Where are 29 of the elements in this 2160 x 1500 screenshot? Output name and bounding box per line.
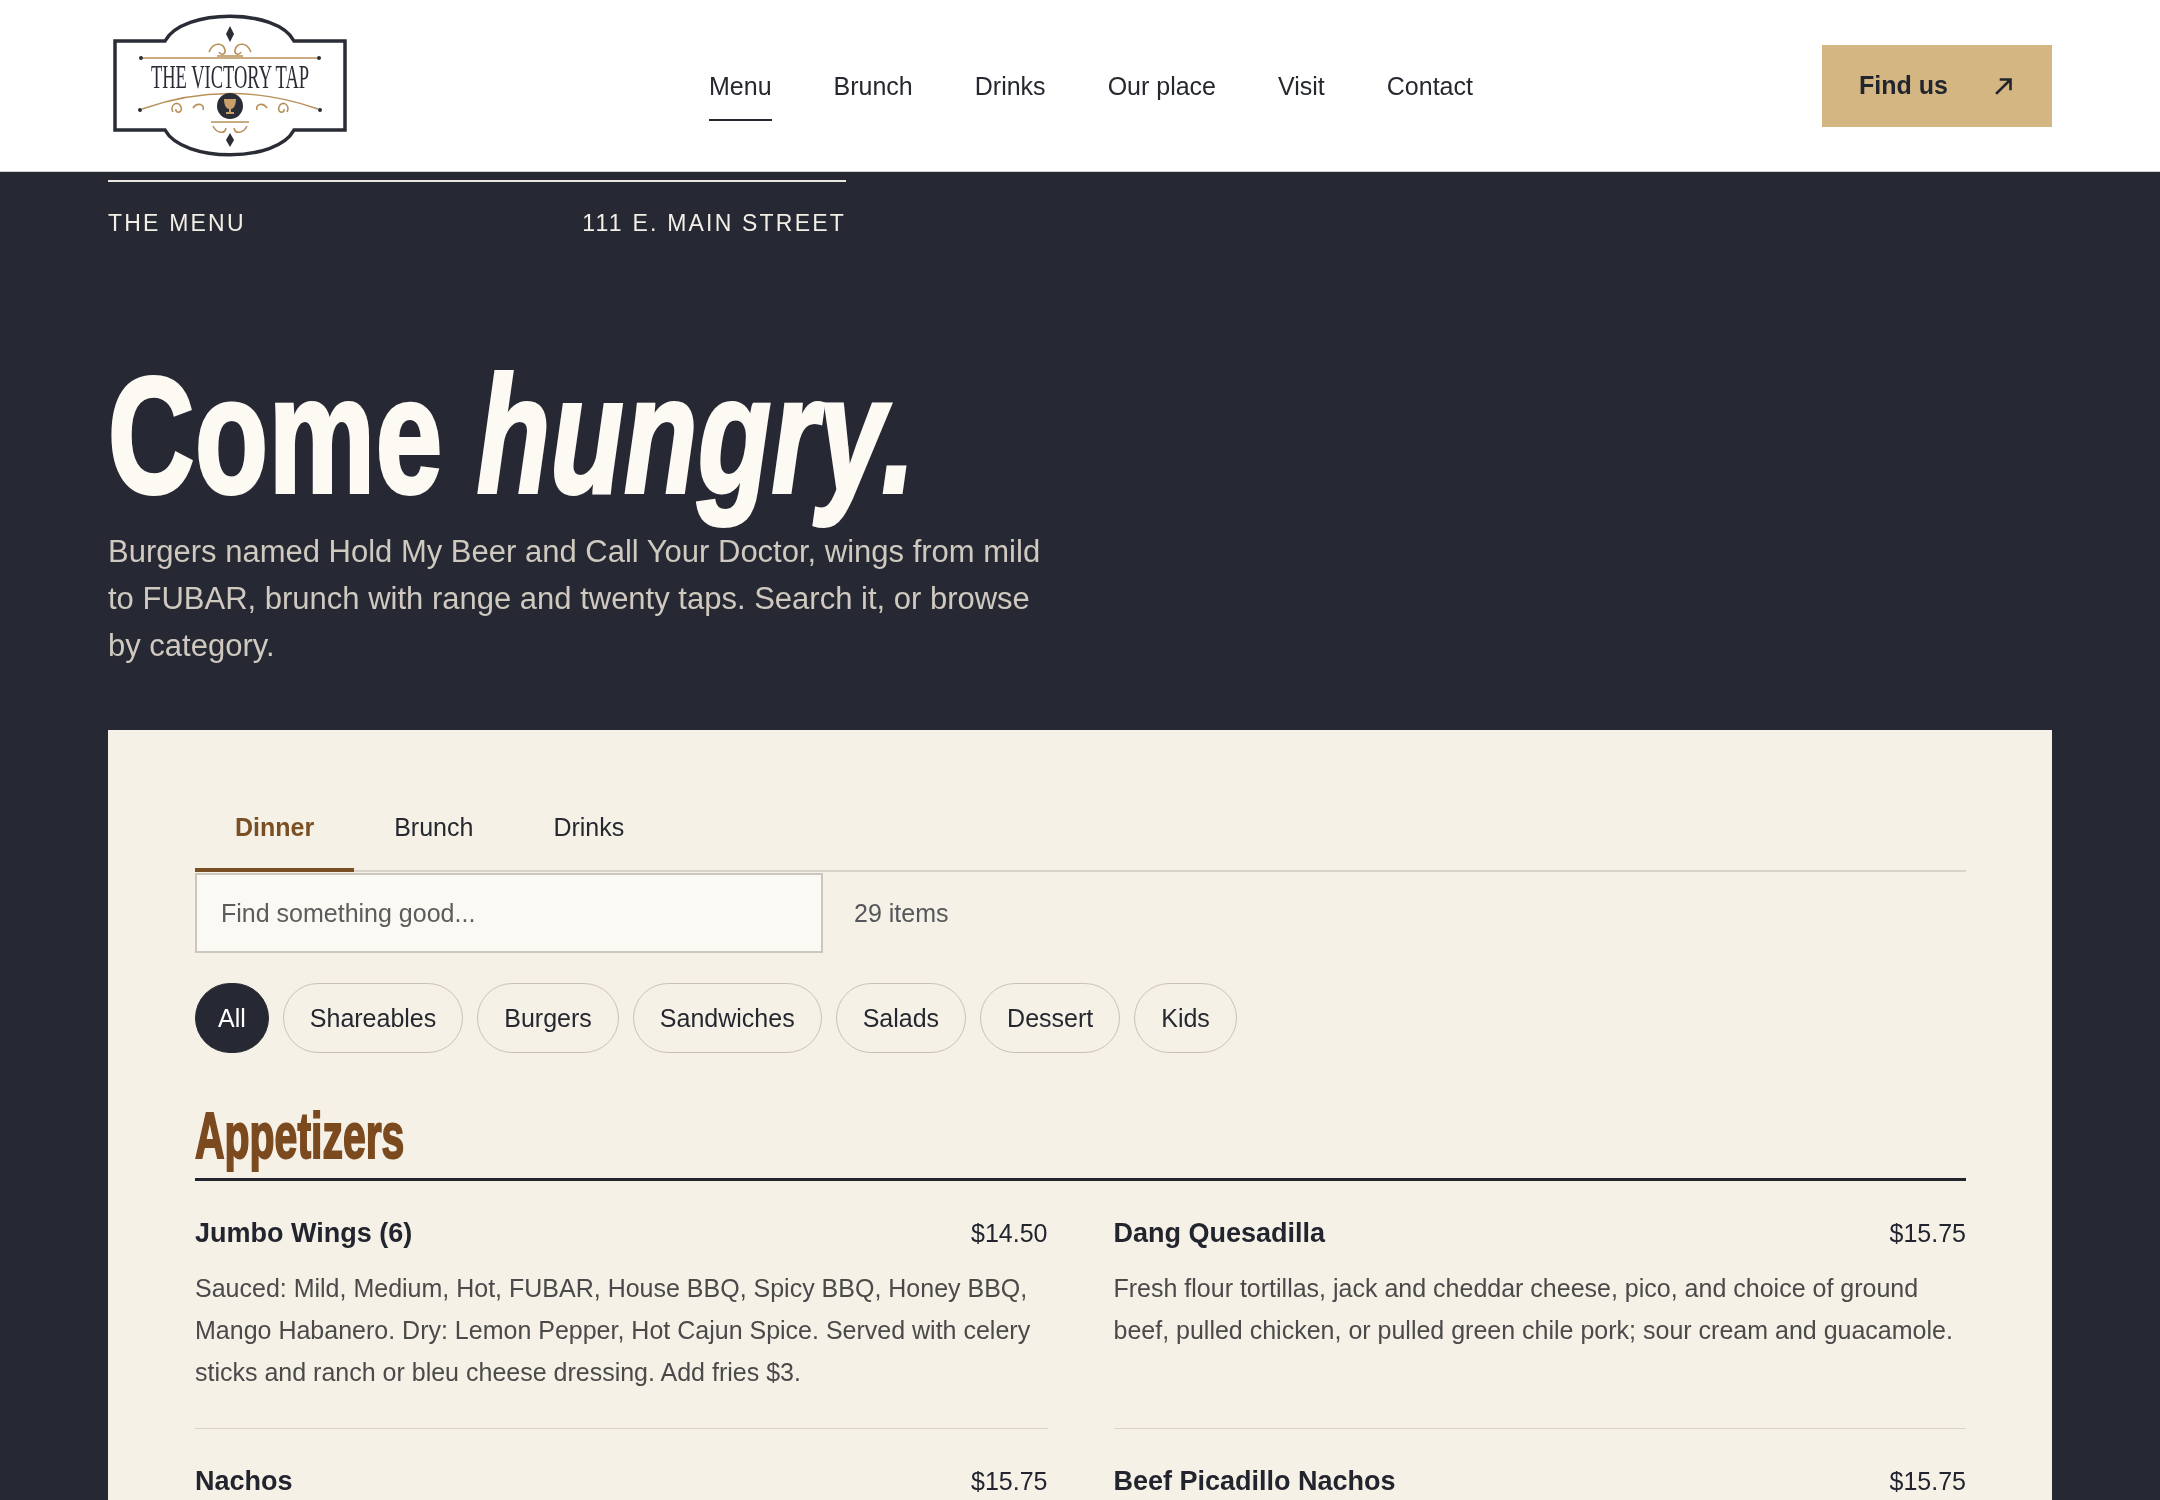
- item-name: Beef Picadillo Nachos: [1113, 1464, 1396, 1498]
- item-description: Fresh flour tortillas, jack and cheddar cheese, pico, and choice of ground beef, pulled chicken, or pulled green chile pork; sour cream and guacamole.: [1113, 1272, 1954, 1346]
- address-text: 111 E. MAIN STREET: [582, 209, 846, 238]
- nav-link[interactable]: Visit: [1278, 50, 1325, 121]
- item-description: Sauced: Mild, Medium, Hot, FUBAR, House BBQ, Spicy BBQ, Honey BBQ, Mango Habanero. Dry: Lemon Pepper, Hot Cajun Spice. Served with celery sticks and ranch or bleu cheese dressing. Add fries $3.: [195, 1272, 1032, 1388]
- item-name: Jumbo Wings (6): [195, 1216, 413, 1250]
- item-price: $15.75: [1889, 1466, 1966, 1496]
- headline: Come hungry.: [108, 341, 917, 529]
- menu-tab[interactable]: Brunch: [354, 794, 514, 873]
- nav-link[interactable]: Brunch: [833, 50, 913, 121]
- intro-text: Burgers named Hold My Beer and Call Your Doctor, wings from mild to FUBAR, brunch with range and twenty taps. Search it, or browse by category.: [108, 533, 1042, 666]
- item-price: $15.75: [1889, 1218, 1966, 1248]
- item-count: 29 items: [854, 898, 949, 928]
- search-field[interactable]: Find something good...: [195, 873, 823, 954]
- category-filter[interactable]: All: [195, 983, 269, 1054]
- item-price: $14.50: [971, 1218, 1048, 1248]
- find-us-button[interactable]: Find us: [1822, 44, 2052, 127]
- item-price: $15.75: [971, 1466, 1048, 1496]
- nav-link[interactable]: Contact: [1386, 50, 1473, 121]
- nav-link[interactable]: Drinks: [974, 50, 1046, 121]
- item-name: Dang Quesadilla: [1113, 1216, 1326, 1250]
- nav-link[interactable]: Menu: [709, 50, 772, 121]
- section-heading: Appetizers: [195, 1101, 406, 1172]
- menu-tab[interactable]: Drinks: [513, 794, 665, 873]
- item-name: Nachos: [195, 1464, 293, 1498]
- nav-link[interactable]: Our place: [1107, 50, 1216, 121]
- section-label: THE MENU: [108, 209, 246, 238]
- victory-tap-logo[interactable]: THE VICTORY TAP: [113, 12, 347, 159]
- arrow-up-right-icon: [1994, 75, 2014, 96]
